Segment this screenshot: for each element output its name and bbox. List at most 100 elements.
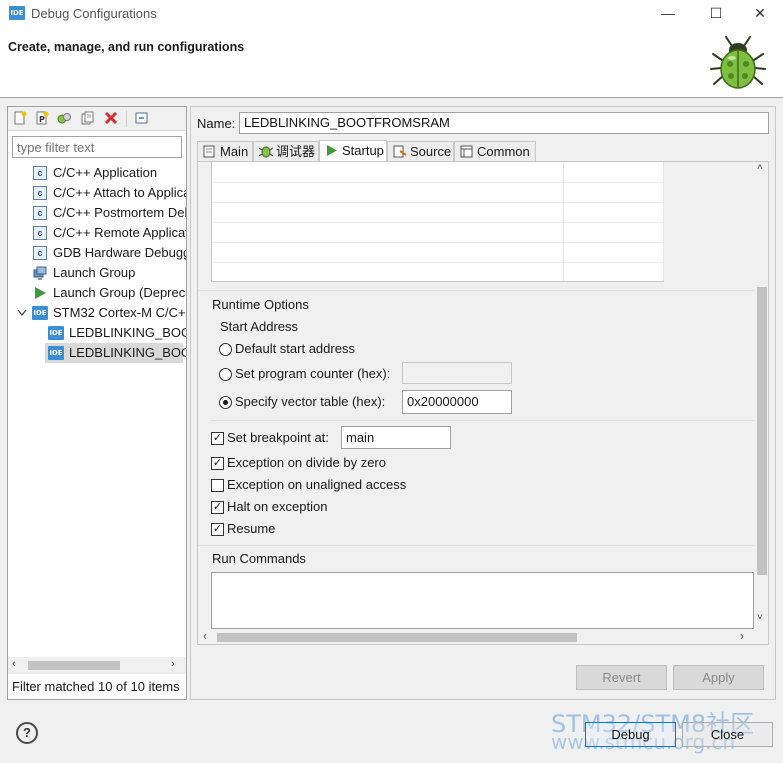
- resume-label: Resume: [227, 521, 276, 536]
- start-address-label: Start Address: [220, 319, 299, 334]
- tab-label: Common: [477, 144, 530, 159]
- apply-button[interactable]: Apply: [673, 665, 764, 690]
- left-toolbar: P: [8, 107, 186, 131]
- vector-table-label: Specify vector table (hex):: [235, 394, 386, 409]
- revert-button[interactable]: Revert: [576, 665, 667, 690]
- scroll-up-icon[interactable]: ˄: [757, 162, 763, 173]
- run-commands-field[interactable]: [211, 572, 754, 629]
- header-banner: Create, manage, and run configurations: [0, 28, 783, 98]
- program-counter-label: Set program counter (hex):: [235, 366, 391, 381]
- ide-icon: IDE: [48, 346, 64, 360]
- scroll-right-icon[interactable]: ›: [171, 658, 175, 670]
- filter-input[interactable]: [12, 136, 182, 158]
- group-divider: [211, 420, 754, 421]
- scroll-thumb[interactable]: [28, 661, 120, 670]
- name-label: Name:: [197, 116, 236, 131]
- vector-table-radio[interactable]: [219, 396, 232, 409]
- horizontal-scrollbar[interactable]: ‹ ›: [198, 629, 754, 644]
- tab-label: Startup: [342, 143, 384, 158]
- maximize-button[interactable]: ☐: [693, 0, 739, 28]
- scroll-down-icon[interactable]: ˅: [757, 612, 763, 623]
- c-icon: c: [33, 246, 47, 260]
- tree-item-label: LEDBLINKING_BOOTFROMSRAM: [69, 345, 186, 360]
- window-title: Debug Configurations: [31, 6, 157, 21]
- breakpoint-field[interactable]: main: [341, 426, 451, 449]
- duplicate-icon[interactable]: [57, 111, 71, 125]
- tree-item-launch-group-deprecated[interactable]: Launch Group (Deprecated): [8, 283, 186, 303]
- tree-item-launch-group[interactable]: Launch Group: [8, 263, 186, 283]
- tree-item-label: C/C++ Remote Application: [53, 225, 186, 240]
- vertical-scrollbar[interactable]: ˄ ˅: [754, 162, 768, 629]
- startup-tab-icon: [327, 145, 337, 156]
- svg-text:P: P: [39, 115, 45, 124]
- export-icon[interactable]: [81, 111, 95, 125]
- tree-item-label: Launch Group: [53, 265, 136, 280]
- tab-label: Main: [220, 144, 249, 159]
- tree-item-label: C/C++ Postmortem Debugger: [53, 205, 186, 220]
- tab-startup[interactable]: Startup: [319, 140, 387, 161]
- tab-debugger[interactable]: 调试器: [253, 141, 319, 161]
- close-window-button[interactable]: ✕: [737, 0, 783, 28]
- tree-item-label: STM32 Cortex-M C/C++ Application: [53, 305, 186, 320]
- title-bar: IDE Debug Configurations — ☐ ✕: [0, 0, 783, 28]
- program-counter-field[interactable]: [402, 362, 512, 384]
- debug-bug-icon: [710, 36, 766, 89]
- left-horizontal-scrollbar[interactable]: ‹ ›: [8, 657, 186, 674]
- tree-item-ledblinking-flash[interactable]: IDE LEDBLINKING_BOOTFROMFLASH: [8, 323, 186, 343]
- configuration-editor: Name: LEDBLINKING_BOOTFROMSRAM Main 调试器 …: [190, 106, 776, 700]
- configuration-tree-pane: P c C/C++ Application c C/C++ Attach to …: [7, 106, 187, 700]
- delete-icon[interactable]: [104, 111, 118, 125]
- program-counter-radio[interactable]: [219, 368, 232, 381]
- tree-item-stm32[interactable]: IDE STM32 Cortex-M C/C++ Application: [8, 303, 186, 323]
- divide-by-zero-checkbox[interactable]: ✓: [211, 457, 224, 470]
- group-divider: [198, 290, 754, 291]
- scroll-right-icon[interactable]: ›: [740, 629, 744, 643]
- toolbar-divider: [126, 111, 127, 127]
- common-tab-icon: [460, 145, 473, 158]
- ide-icon: IDE: [32, 306, 48, 320]
- tree-item-label: Launch Group (Deprecated): [53, 285, 186, 300]
- run-commands-label: Run Commands: [212, 551, 306, 566]
- group-divider: [198, 545, 754, 546]
- resume-checkbox[interactable]: ✓: [211, 523, 224, 536]
- scroll-thumb[interactable]: [757, 287, 767, 575]
- collapse-all-icon[interactable]: [135, 111, 149, 125]
- name-field[interactable]: LEDBLINKING_BOOTFROMSRAM: [239, 112, 769, 134]
- chevron-down-icon[interactable]: [17, 309, 27, 317]
- banner-title: Create, manage, and run configurations: [8, 40, 245, 54]
- tree-item-c-remote[interactable]: c C/C++ Remote Application: [8, 223, 186, 243]
- runtime-options-label: Runtime Options: [212, 297, 309, 312]
- tab-source[interactable]: Source: [387, 141, 454, 161]
- tab-common[interactable]: Common: [454, 141, 536, 161]
- scroll-left-icon[interactable]: ‹: [12, 658, 16, 670]
- tree-item-label: LEDBLINKING_BOOTFROMFLASH: [69, 325, 186, 340]
- vector-table-field[interactable]: 0x20000000: [402, 390, 512, 414]
- run-icon: [35, 287, 46, 299]
- scroll-thumb[interactable]: [217, 633, 577, 642]
- tree-item-label: C/C++ Application: [53, 165, 158, 180]
- tree-item-c-application[interactable]: c C/C++ Application: [8, 163, 186, 183]
- tab-main[interactable]: Main: [197, 141, 253, 161]
- default-start-label: Default start address: [235, 341, 355, 356]
- c-icon: c: [33, 186, 47, 200]
- tree-item-c-postmortem[interactable]: c C/C++ Postmortem Debugger: [8, 203, 186, 223]
- init-commands-table: [211, 162, 664, 282]
- help-icon[interactable]: ?: [16, 722, 38, 744]
- tree-item-c-attach[interactable]: c C/C++ Attach to Application: [8, 183, 186, 203]
- tree-item-label: GDB Hardware Debugging: [53, 245, 186, 260]
- default-start-radio[interactable]: [219, 343, 232, 356]
- new-prototype-icon[interactable]: P: [35, 111, 49, 125]
- breakpoint-checkbox[interactable]: ✓: [211, 432, 224, 445]
- scroll-left-icon[interactable]: ‹: [203, 629, 207, 643]
- ide-icon: IDE: [48, 326, 64, 340]
- halt-on-exception-checkbox[interactable]: ✓: [211, 501, 224, 514]
- close-button[interactable]: Close: [682, 722, 773, 747]
- new-config-icon[interactable]: [13, 111, 27, 125]
- debug-button[interactable]: Debug: [585, 722, 676, 747]
- source-tab-icon: [393, 145, 407, 158]
- minimize-button[interactable]: —: [645, 0, 691, 28]
- tree-item-gdb-hardware[interactable]: c GDB Hardware Debugging: [8, 243, 186, 263]
- tree-item-ledblinking-sram[interactable]: IDE LEDBLINKING_BOOTFROMSRAM: [8, 343, 186, 363]
- tab-label: 调试器: [276, 144, 316, 159]
- unaligned-access-checkbox[interactable]: [211, 479, 224, 492]
